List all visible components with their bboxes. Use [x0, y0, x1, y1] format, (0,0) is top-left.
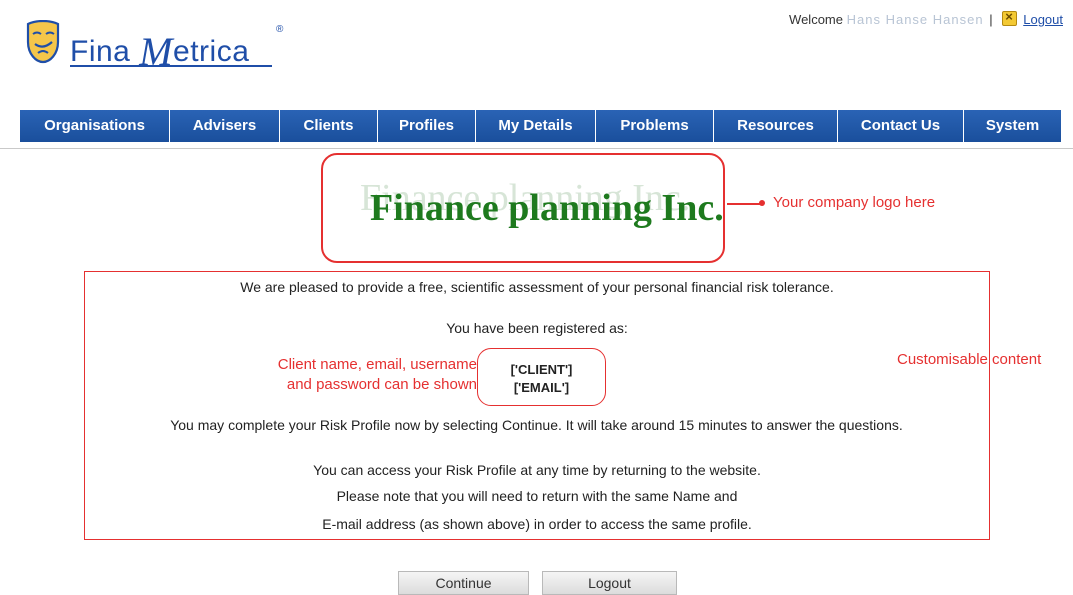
- annotation-arrow-line: [727, 203, 763, 205]
- main-nav: Organisations Advisers Clients Profiles …: [20, 110, 1061, 142]
- client-annotation-line2: and password can be shown: [286, 376, 477, 393]
- client-annotation-line1: Client name, email, username: [277, 356, 477, 373]
- brand-part-fina: Fina: [70, 35, 131, 68]
- return-note: Please note that you will need to return…: [336, 488, 738, 504]
- continue-button[interactable]: Continue: [398, 571, 529, 595]
- company-logo-text: Finance planning Inc.: [370, 187, 724, 229]
- access-text: You can access your Risk Profile at any …: [313, 462, 761, 478]
- logout-link[interactable]: Logout: [1023, 12, 1063, 27]
- client-annotation: Client name, email, username and passwor…: [230, 355, 477, 395]
- username: Hans Hanse Hansen: [846, 12, 984, 27]
- registered-as-label: You have been registered as:: [446, 320, 628, 336]
- tab-my-details[interactable]: My Details: [476, 110, 596, 142]
- brand-part-etrica: etrica: [173, 35, 250, 68]
- logo-annotation: Your company logo here: [773, 194, 936, 211]
- client-token: ['CLIENT']: [510, 362, 573, 377]
- brand-wordmark: Fina Metrica: [70, 24, 250, 74]
- custom-content-annotation: Customisable content: [897, 351, 1042, 368]
- client-details-frame: [477, 348, 606, 406]
- theatre-mask-icon: [26, 20, 60, 64]
- tab-problems[interactable]: Problems: [596, 110, 714, 142]
- return-note-continued: E-mail address (as shown above) in order…: [322, 516, 752, 532]
- logout-button[interactable]: Logout: [542, 571, 677, 595]
- tab-contact-us[interactable]: Contact Us: [838, 110, 964, 142]
- tab-organisations[interactable]: Organisations: [20, 110, 170, 142]
- tab-resources[interactable]: Resources: [714, 110, 838, 142]
- tab-advisers[interactable]: Advisers: [170, 110, 280, 142]
- email-token: ['EMAIL']: [513, 380, 570, 395]
- registered-mark: ®: [276, 24, 284, 35]
- tab-system[interactable]: System: [964, 110, 1061, 142]
- finametrica-logo[interactable]: Fina Metrica ®: [22, 18, 292, 74]
- separator: |: [989, 12, 993, 27]
- annotation-arrow-dot: [759, 200, 765, 206]
- logout-icon[interactable]: [1002, 9, 1018, 26]
- nav-divider: [0, 148, 1073, 149]
- tab-profiles[interactable]: Profiles: [378, 110, 476, 142]
- tab-clients[interactable]: Clients: [280, 110, 378, 142]
- brand-underline: [70, 65, 272, 67]
- brand-part-m: M: [139, 29, 174, 74]
- intro-text: We are pleased to provide a free, scient…: [240, 279, 834, 295]
- welcome-label: Welcome: [789, 12, 843, 27]
- continue-instructions: You may complete your Risk Profile now b…: [170, 417, 903, 433]
- user-area: Welcome Hans Hanse Hansen | Logout: [789, 9, 1063, 27]
